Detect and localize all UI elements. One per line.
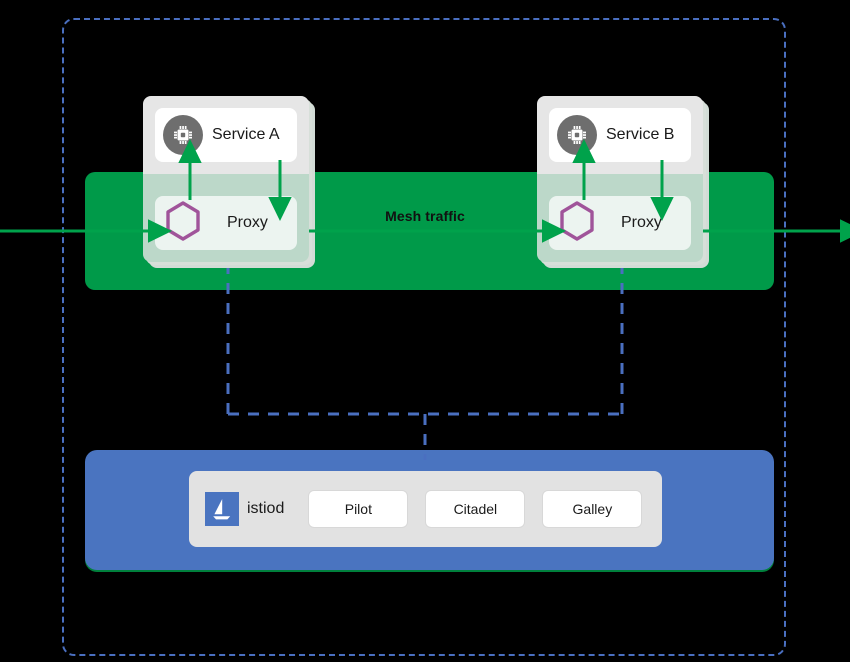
proxy-label-a: Proxy [227, 214, 268, 231]
cpu-chip-icon [557, 115, 597, 155]
proxy-label-b: Proxy [621, 214, 662, 231]
component-pilot[interactable]: Pilot [308, 490, 409, 528]
istio-sailboat-icon [205, 492, 239, 526]
proxy-card-b[interactable]: Proxy [549, 196, 691, 250]
pod-service-a[interactable]: Service A Proxy [143, 96, 315, 268]
component-citadel[interactable]: Citadel [425, 490, 526, 528]
hexagon-icon [557, 200, 597, 247]
cpu-chip-icon [163, 115, 203, 155]
service-label-b: Service B [606, 126, 675, 143]
hexagon-icon [163, 200, 203, 247]
mesh-traffic-label: Mesh traffic [385, 208, 465, 224]
pod-service-b[interactable]: Service B Proxy [537, 96, 709, 268]
diagram-canvas: Service A Proxy Service B Proxy Mesh tra… [0, 0, 850, 662]
component-galley[interactable]: Galley [542, 490, 643, 528]
istiod-label: istiod [247, 500, 285, 517]
service-card-b[interactable]: Service B [549, 108, 691, 162]
proxy-card-a[interactable]: Proxy [155, 196, 297, 250]
service-card-a[interactable]: Service A [155, 108, 297, 162]
service-label-a: Service A [212, 126, 280, 143]
istiod-container: istiod Pilot Citadel Galley [189, 471, 662, 547]
